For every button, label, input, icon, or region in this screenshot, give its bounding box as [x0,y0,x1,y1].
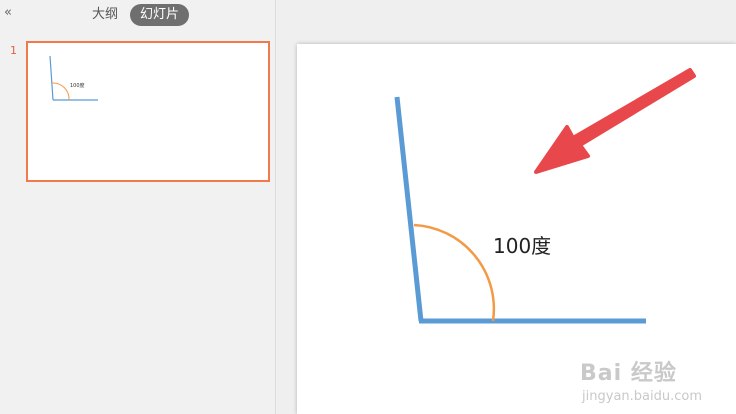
watermark-url: jingyan.baidu.com [582,389,702,404]
slide-number: 1 [10,44,17,57]
watermark-brand: Bai 经验 [580,361,677,386]
angle-ray-vertical [394,96,424,322]
slide-editor: 100度 [277,0,736,414]
slide-thumbnail[interactable]: 100度 [26,41,270,182]
pointer-arrow [534,68,696,174]
thumbnail-angle-label: 100度 [70,82,85,89]
watermark: Bai 经验 jingyan.baidu.com [580,355,702,404]
angle-label: 100度 [493,234,552,258]
tab-outline[interactable]: 大纲 [86,4,124,26]
collapse-panel-icon[interactable]: « [4,6,18,20]
angle-arc [413,223,496,322]
view-tabs: 大纲 幻灯片 [86,4,190,26]
slide-thumbnail-figure: 100度 [49,55,98,101]
tab-slides[interactable]: 幻灯片 [130,4,190,26]
slide-navigator-panel: « 大纲 幻灯片 1 100度 [0,0,276,414]
